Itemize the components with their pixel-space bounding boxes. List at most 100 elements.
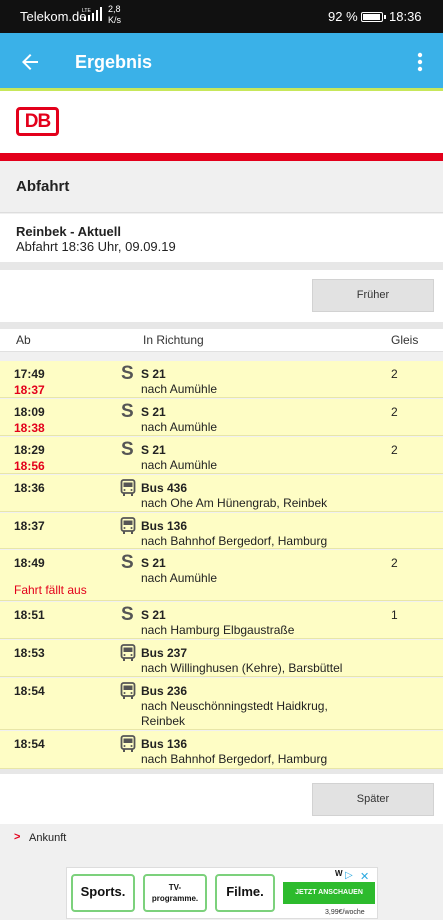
table-row[interactable]: 18:37 Bus 136 nach Bahnhof Bergedorf, Ha… [0,513,443,549]
close-icon[interactable]: ✕ [360,870,369,883]
query-info: Reinbek - Aktuell Abfahrt 18:36 Uhr, 09.… [0,214,443,262]
scheduled-time: 18:37 [14,519,45,533]
direction: nach Hamburg Elbgaustraße [141,623,295,637]
scheduled-time: 18:54 [14,737,45,751]
scheduled-time: 18:49 [14,556,45,570]
scheduled-time: 18:09 [14,405,45,419]
clock: 18:36 [389,9,422,24]
ad-tile-sports: Sports. [71,874,135,912]
scheduled-time: 18:54 [14,684,45,698]
scheduled-time: 17:49 [14,367,45,381]
bus-icon [120,735,136,752]
direction: nach Aumühle [141,458,218,472]
line-name: S 21 [141,556,166,570]
ad-cta-button[interactable]: JETZT ANSCHAUEN [283,882,375,904]
bus-icon [120,644,136,661]
bus-icon [120,517,136,534]
line-name: S 21 [141,608,166,622]
track: 2 [391,405,398,419]
table-row[interactable]: 18:54 Bus 136 nach Bahnhof Bergedorf, Ha… [0,731,443,769]
table-row[interactable]: 18:53 Bus 237 nach Willinghusen (Kehre),… [0,640,443,677]
app-bar: Ergebnis [0,33,443,91]
actual-time: 18:37 [14,383,45,397]
scheduled-time: 18:53 [14,646,45,660]
table-row[interactable]: 18:51 S S 21 nach Hamburg Elbgaustraße 1 [0,602,443,639]
direction: nach Bahnhof Bergedorf, Hamburg [141,752,328,766]
signal-icon: LTE [82,7,102,21]
table-row[interactable]: 17:49 18:37 S S 21 nach Aumühle 2 [0,361,443,398]
cancellation-note: Fahrt fällt aus [14,583,87,597]
page-title: Ergebnis [75,52,153,72]
db-logo: DB [16,107,59,136]
more-vert-icon[interactable] [410,50,430,74]
ad-tile-tv: TV-programme. [143,874,207,912]
scheduled-time: 18:29 [14,443,45,457]
line-name: S 21 [141,443,166,457]
earlier-button[interactable]: Früher [312,279,434,312]
station-name: Reinbek - Aktuell [16,224,121,239]
direction: nach Aumühle [141,420,218,434]
line-name: S 21 [141,367,166,381]
scheduled-time: 18:51 [14,608,45,622]
earlier-area: Früher [0,270,443,322]
s-bahn-icon: S [121,439,134,460]
s-bahn-icon: S [121,604,134,625]
track: 1 [391,608,398,622]
arrival-link[interactable]: > Ankunft [0,824,443,850]
actual-time: 18:56 [14,459,45,473]
ad-tile-films: Filme. [215,874,275,912]
line-name: Bus 436 [141,481,188,495]
s-bahn-icon: S [121,552,134,573]
arrival-label: Ankunft [29,832,67,844]
status-bar: Telekom.de LTE 2,8 K/s 92 % 18:36 [0,0,443,33]
battery-percent: 92 % [328,9,358,24]
s-bahn-icon: S [121,401,134,422]
line-name: S 21 [141,405,166,419]
header-direction: In Richtung [143,333,204,347]
line-name: Bus 136 [141,737,188,751]
logo-area: DB [0,91,443,153]
direction: nach Aumühle [141,571,218,585]
table-header: Ab In Richtung Gleis [0,329,443,352]
arrow-left-icon[interactable] [18,50,42,74]
svg-text:LTE: LTE [82,8,91,14]
divider [0,262,443,270]
brand-divider [0,153,443,161]
chevron-right-icon: > [14,831,21,843]
header-from: Ab [16,333,31,347]
later-area: Später [0,774,443,824]
header-track: Gleis [391,333,419,347]
bus-icon [120,682,136,699]
ad-price: 3,99€/woche [325,909,365,916]
ad-choices-icon[interactable]: ▷ [345,870,353,881]
direction: nach Ohe Am Hünengrab, Reinbek [141,496,328,510]
network-speed: 2,8 K/s [108,4,122,25]
ad-brand-mark: W [335,869,343,878]
section-title: Abfahrt [16,178,70,195]
actual-time: 18:38 [14,421,45,435]
direction: nach Aumühle [141,382,218,396]
ad-banner[interactable]: Sports. TV-programme. Filme. JETZT ANSCH… [66,867,378,919]
table-row[interactable]: 18:36 Bus 436 nach Ohe Am Hünengrab, Rei… [0,475,443,512]
table-row[interactable]: 18:54 Bus 236 nach Neuschönningstedt Hai… [0,678,443,730]
table-row[interactable]: 18:49 Fahrt fällt aus S S 21 nach Aumühl… [0,550,443,601]
s-bahn-icon: S [121,363,134,384]
carrier-name: Telekom.de [20,9,87,24]
track: 2 [391,556,398,570]
bus-icon [120,479,136,496]
line-name: Bus 136 [141,519,188,533]
direction: nach Willinghusen (Kehre), Barsbüttel [141,661,343,675]
section-header: Abfahrt [0,161,443,213]
battery-icon [361,12,386,22]
scheduled-time: 18:36 [14,481,45,495]
direction: nach Neuschönningstedt Haidkrug, Reinbek [141,699,328,728]
later-button[interactable]: Später [312,783,434,816]
table-row[interactable]: 18:09 18:38 S S 21 nach Aumühle 2 [0,399,443,436]
line-name: Bus 237 [141,646,188,660]
line-name: Bus 236 [141,684,188,698]
direction: nach Bahnhof Bergedorf, Hamburg [141,534,328,548]
track: 2 [391,367,398,381]
table-row[interactable]: 18:29 18:56 S S 21 nach Aumühle 2 [0,437,443,474]
departure-datetime: Abfahrt 18:36 Uhr, 09.09.19 [16,239,176,254]
track: 2 [391,443,398,457]
